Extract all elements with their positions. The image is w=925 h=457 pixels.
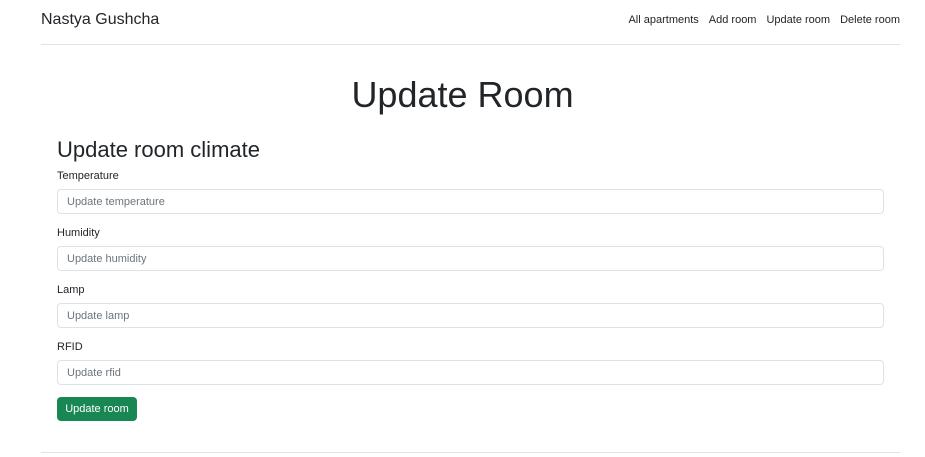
page: Nastya Gushcha All apartments Add room U… <box>0 0 925 457</box>
lamp-input[interactable] <box>57 303 884 328</box>
humidity-input[interactable] <box>57 246 884 271</box>
footer-divider <box>41 452 900 453</box>
nav-links: All apartments Add room Update room Dele… <box>628 14 900 26</box>
lamp-label: Lamp <box>57 284 85 296</box>
temperature-input[interactable] <box>57 189 884 214</box>
humidity-label: Humidity <box>57 227 100 239</box>
update-room-button[interactable]: Update room <box>57 397 137 421</box>
navbar: Nastya Gushcha All apartments Add room U… <box>41 0 900 45</box>
rfid-label: RFID <box>57 341 83 353</box>
temperature-label: Temperature <box>57 170 119 182</box>
brand-link[interactable]: Nastya Gushcha <box>41 11 159 29</box>
form-title: Update room climate <box>57 137 260 162</box>
nav-link-add-room[interactable]: Add room <box>709 14 757 26</box>
nav-link-update-room[interactable]: Update room <box>766 14 830 26</box>
nav-link-all-apartments[interactable]: All apartments <box>628 14 698 26</box>
rfid-input[interactable] <box>57 360 884 385</box>
page-title: Update Room <box>351 74 574 115</box>
nav-link-delete-room[interactable]: Delete room <box>840 14 900 26</box>
